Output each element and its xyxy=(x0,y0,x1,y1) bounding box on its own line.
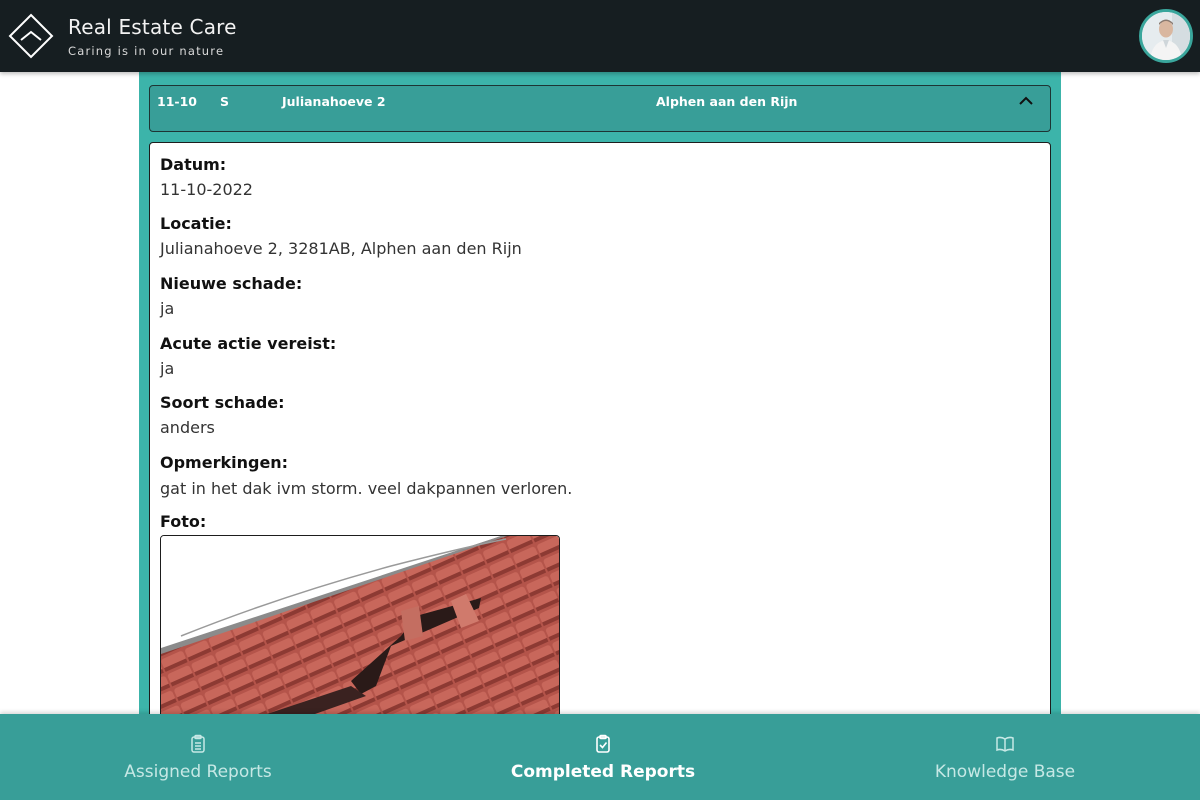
nav-assigned-reports[interactable]: Assigned Reports xyxy=(48,714,348,800)
report-street: Julianahoeve 2 xyxy=(282,94,386,109)
field-label-soort-schade: Soort schade: xyxy=(160,393,285,412)
clipboard-check-icon xyxy=(596,734,610,753)
damage-photo[interactable] xyxy=(160,535,560,725)
report-details: Datum: 11-10-2022 Locatie: Julianahoeve … xyxy=(149,142,1051,742)
report-type-code: S xyxy=(220,94,230,109)
field-label-foto: Foto: xyxy=(160,512,207,531)
report-summary-row[interactable]: 11-10 S Julianahoeve 2 Alphen aan den Ri… xyxy=(149,85,1051,132)
avatar-image xyxy=(1142,12,1190,60)
nav-completed-reports[interactable]: Completed Reports xyxy=(453,714,753,800)
report-date-short: 11-10 xyxy=(157,94,197,109)
field-value-opmerkingen: gat in het dak ivm storm. veel dakpannen… xyxy=(160,479,573,498)
nav-label-assigned: Assigned Reports xyxy=(124,762,272,782)
report-city: Alphen aan den Rijn xyxy=(656,94,798,109)
nav-knowledge-base[interactable]: Knowledge Base xyxy=(855,714,1155,800)
app-title: Real Estate Care xyxy=(68,15,237,39)
app-tagline: Caring is in our nature xyxy=(68,44,225,58)
app-header: Real Estate Care Caring is in our nature xyxy=(0,0,1200,72)
field-label-opmerkingen: Opmerkingen: xyxy=(160,453,289,472)
field-label-locatie: Locatie: xyxy=(160,214,232,233)
field-value-acute-actie: ja xyxy=(160,359,175,378)
field-value-soort-schade: anders xyxy=(160,418,215,437)
clipboard-list-icon xyxy=(191,734,205,753)
nav-label-knowledge: Knowledge Base xyxy=(934,762,1076,782)
field-label-datum: Datum: xyxy=(160,155,227,174)
field-value-locatie: Julianahoeve 2, 3281AB, Alphen aan den R… xyxy=(160,239,522,258)
field-label-nieuwe-schade: Nieuwe schade: xyxy=(160,274,303,293)
field-value-nieuwe-schade: ja xyxy=(160,299,175,318)
chevron-up-icon[interactable] xyxy=(1018,94,1034,106)
roof-photo-image xyxy=(161,536,559,724)
field-value-datum: 11-10-2022 xyxy=(160,180,253,199)
field-label-acute-actie: Acute actie vereist: xyxy=(160,334,337,353)
report-panel: 11-10 S Julianahoeve 2 Alphen aan den Ri… xyxy=(139,72,1061,742)
logo-icon[interactable] xyxy=(8,13,54,59)
user-avatar[interactable] xyxy=(1139,9,1193,63)
book-open-icon xyxy=(996,736,1014,752)
bottom-navigation: Assigned Reports Completed Reports Knowl… xyxy=(0,714,1200,800)
nav-label-completed: Completed Reports xyxy=(510,762,696,782)
